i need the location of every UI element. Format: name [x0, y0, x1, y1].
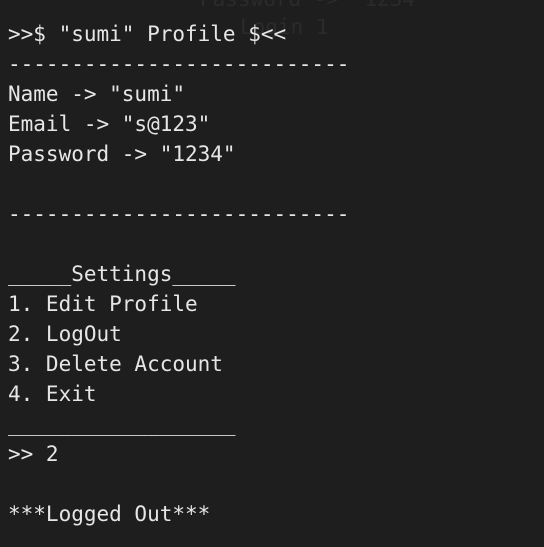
menu-item-delete-account: 3. Delete Account	[8, 352, 223, 376]
divider-bottom: ---------------------------	[8, 202, 350, 226]
profile-header: >>$ "sumi" Profile $<<	[8, 22, 287, 46]
menu-underline: __________________	[8, 412, 236, 436]
menu-item-exit: 4. Exit	[8, 382, 97, 406]
logout-message: ***Logged Out***	[8, 502, 211, 526]
menu-item-logout: 2. LogOut	[8, 322, 122, 346]
terminal-window[interactable]: Password -> "1234" Login 1 >>$ "sumi" Pr…	[0, 0, 544, 547]
name-field: Name -> "sumi"	[8, 82, 186, 106]
input-prompt[interactable]: >> 2	[8, 439, 538, 469]
divider-top: ---------------------------	[8, 52, 350, 76]
ghost-line: Password -> "1234"	[200, 0, 428, 14]
terminal-output: >>$ "sumi" Profile $<< -----------------…	[8, 19, 538, 529]
menu-item-edit-profile: 1. Edit Profile	[8, 292, 198, 316]
password-field: Password -> "1234"	[8, 142, 236, 166]
email-field: Email -> "s@123"	[8, 112, 211, 136]
settings-heading: _____Settings_____	[8, 262, 236, 286]
